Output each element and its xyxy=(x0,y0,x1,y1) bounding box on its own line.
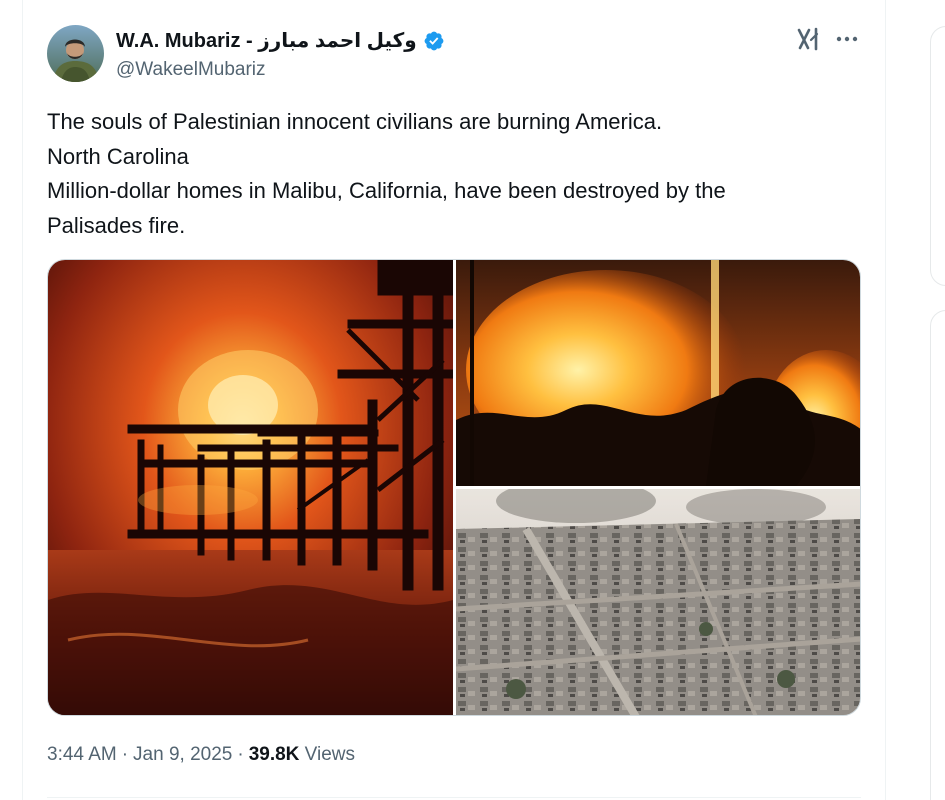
sidebar-card xyxy=(930,26,945,286)
media-grid xyxy=(47,259,861,716)
verified-badge-icon xyxy=(423,30,445,52)
sidebar-card xyxy=(930,310,945,800)
tweet-meta: 3:44 AM · Jan 9, 2025 · 39.8K Views xyxy=(47,744,355,766)
tweet-text-line: The souls of Palestinian innocent civili… xyxy=(47,109,663,134)
author-handle[interactable]: @WakeelMubariz xyxy=(116,59,266,81)
views-count: 39.8K xyxy=(248,744,300,765)
tweet-text-line: Million-dollar homes in Malibu, Californ… xyxy=(47,178,726,203)
avatar[interactable] xyxy=(47,25,104,82)
photo-aerial-destruction[interactable] xyxy=(456,489,860,715)
photo-wildfire-flames[interactable] xyxy=(456,260,860,486)
views-label: Views xyxy=(304,744,356,765)
tweet-date[interactable]: Jan 9, 2025 xyxy=(133,744,232,765)
meta-separator: · xyxy=(121,744,129,765)
avatar-image xyxy=(47,25,104,82)
page: W.A. Mubariz - وکیل احمد مبارز @WakeelMu… xyxy=(0,0,945,800)
tweet-text: The souls of Palestinian innocent civili… xyxy=(47,105,847,243)
author-display-name[interactable]: W.A. Mubariz - وکیل احمد مبارز xyxy=(116,28,417,53)
more-options-icon[interactable] xyxy=(834,26,860,52)
grok-icon[interactable] xyxy=(796,26,822,52)
photo-burning-house[interactable] xyxy=(48,260,453,715)
tweet-text-line: North Carolina xyxy=(47,143,189,169)
divider xyxy=(47,797,861,798)
tweet-text-line: Palisades fire. xyxy=(47,212,186,238)
author-name-row[interactable]: W.A. Mubariz - وکیل احمد مبارز xyxy=(116,28,445,53)
tweet-time[interactable]: 3:44 AM xyxy=(47,744,117,765)
meta-separator: · xyxy=(237,744,244,765)
